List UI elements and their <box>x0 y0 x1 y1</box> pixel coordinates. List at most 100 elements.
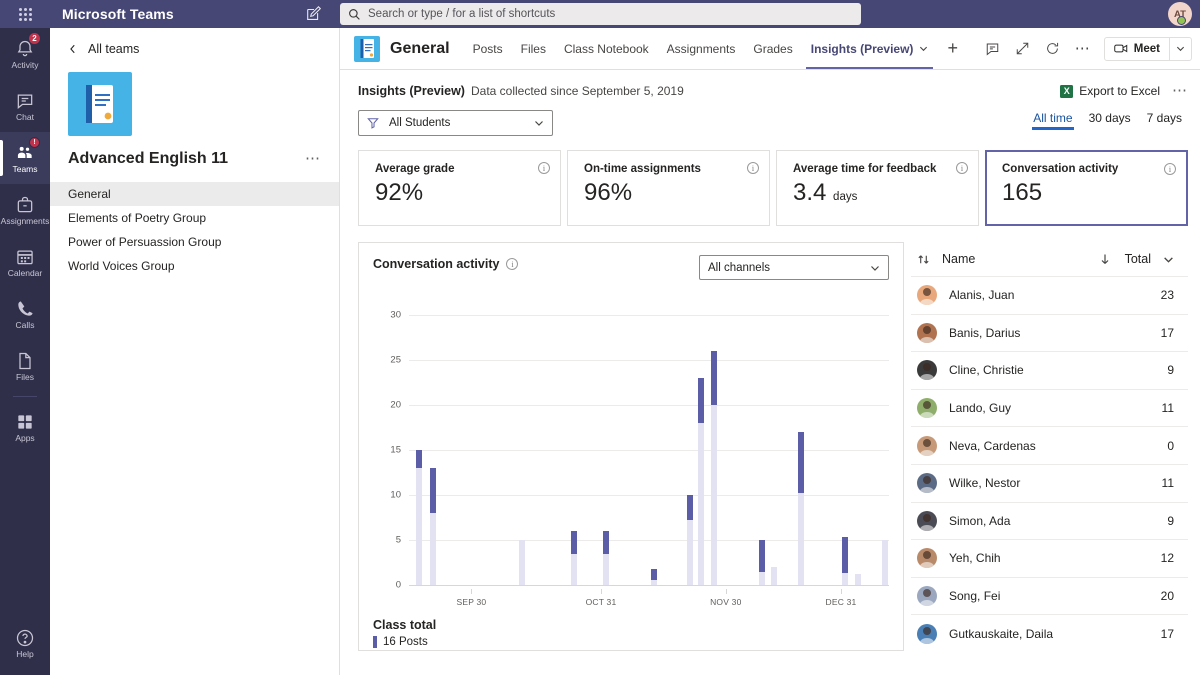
rail-item-assignments[interactable]: Assignments <box>0 184 50 236</box>
refresh-icon[interactable] <box>1038 34 1068 64</box>
bar-segment-posts <box>416 450 423 468</box>
tab-assignments[interactable]: Assignments <box>658 28 745 69</box>
tab-posts[interactable]: Posts <box>464 28 512 69</box>
channel-item-elements-of-poetry-group[interactable]: Elements of Poetry Group <box>50 206 339 230</box>
channel-header-actions: ⋯ Meet <box>978 28 1192 69</box>
channel-item-general[interactable]: General <box>50 182 339 206</box>
chevron-down-icon <box>1176 46 1185 52</box>
table-row[interactable]: Yeh, Chih 12 <box>911 539 1188 577</box>
more-options-icon[interactable]: ⋯ <box>1068 34 1098 64</box>
team-avatar[interactable] <box>68 72 132 136</box>
search-container <box>340 3 861 25</box>
app-launcher-icon[interactable] <box>0 7 50 21</box>
export-to-excel-button[interactable]: Export to Excel <box>1060 84 1160 98</box>
kpi-value: 3.4 days <box>793 179 966 207</box>
channel-item-world-voices-group[interactable]: World Voices Group <box>50 254 339 278</box>
channel-header: General Posts Files Class Notebook Assig… <box>340 28 1200 70</box>
insights-more-options-icon[interactable]: ⋯ <box>1172 83 1188 98</box>
team-more-options-icon[interactable]: ⋯ <box>305 151 321 166</box>
chart-bar[interactable] <box>687 495 694 585</box>
tab-files[interactable]: Files <box>512 28 555 69</box>
student-name: Song, Fei <box>949 589 1001 604</box>
table-row[interactable]: Lando, Guy 11 <box>911 388 1188 427</box>
table-row[interactable]: Gutkauskaite, Daila 17 <box>911 614 1188 652</box>
rail-item-chat[interactable]: Chat <box>0 80 50 132</box>
chart-bar[interactable] <box>842 537 849 585</box>
chart-bar[interactable] <box>855 574 862 585</box>
chart-bar[interactable] <box>759 540 766 585</box>
column-header-name[interactable]: Name <box>942 252 1099 266</box>
column-header-total[interactable]: Total <box>1125 252 1151 266</box>
bar-segment-other <box>759 572 766 585</box>
search-input[interactable] <box>340 3 861 25</box>
table-row[interactable]: Neva, Cardenas 0 <box>911 426 1188 464</box>
video-camera-icon <box>1114 44 1128 53</box>
rail-item-activity[interactable]: 2 Activity <box>0 28 50 80</box>
tab-class-notebook[interactable]: Class Notebook <box>555 28 658 69</box>
chart-bar[interactable] <box>603 531 610 585</box>
chart-bar[interactable] <box>429 468 436 585</box>
bar-segment-posts <box>759 540 766 573</box>
tab-insights-preview[interactable]: Insights (Preview) <box>802 28 938 69</box>
avatar <box>917 435 937 456</box>
student-name: Simon, Ada <box>949 513 1011 528</box>
chart-bar[interactable] <box>771 567 778 585</box>
chevron-down-icon[interactable] <box>1163 254 1174 265</box>
chart-bars <box>409 315 889 585</box>
chart-bar[interactable] <box>416 450 423 585</box>
user-avatar[interactable]: AT <box>1168 2 1192 26</box>
arrow-down-icon[interactable] <box>1099 253 1111 265</box>
table-row[interactable]: Banis, Darius 17 <box>911 313 1188 352</box>
chart-bar[interactable] <box>711 351 718 585</box>
time-tab-30-days[interactable]: 30 days <box>1083 108 1137 132</box>
info-icon[interactable]: i <box>538 162 550 174</box>
rail-item-apps[interactable]: Apps <box>0 401 50 453</box>
channel-filter-select[interactable]: All channels <box>699 255 889 280</box>
all-teams-back-button[interactable]: All teams <box>50 28 339 66</box>
meet-button[interactable]: Meet <box>1105 38 1169 60</box>
kpi-card-average-time-for-feedback[interactable]: Average time for feedback 3.4 days i <box>776 150 979 226</box>
rail-item-files[interactable]: Files <box>0 340 50 392</box>
kpi-label: Conversation activity <box>1002 163 1119 175</box>
info-icon[interactable]: i <box>1164 163 1176 175</box>
time-tab-7-days[interactable]: 7 days <box>1141 108 1188 132</box>
add-tab-button[interactable]: + <box>937 38 968 59</box>
chart-bar[interactable] <box>881 540 888 585</box>
expand-icon[interactable] <box>1008 34 1038 64</box>
kpi-card-on-time-assignments[interactable]: On-time assignments 96% i <box>567 150 770 226</box>
chart-bar[interactable] <box>519 540 526 585</box>
rail-item-calls[interactable]: Calls <box>0 288 50 340</box>
y-axis-labels: 0 5 10 15 20 25 30 <box>373 310 405 591</box>
info-icon[interactable]: i <box>956 162 968 174</box>
insights-title: Insights (Preview) <box>358 84 465 98</box>
rail-item-calendar[interactable]: Calendar <box>0 236 50 288</box>
channel-item-power-of-persuassion-group[interactable]: Power of Persuassion Group <box>50 230 339 254</box>
chart-bar[interactable] <box>797 432 804 585</box>
new-chat-icon[interactable] <box>305 5 323 23</box>
table-row[interactable]: Wilke, Nestor 11 <box>911 463 1188 502</box>
search-icon <box>349 9 360 20</box>
info-icon[interactable]: i <box>506 258 519 270</box>
channel-team-icon <box>354 35 380 62</box>
rail-item-teams[interactable]: ! Teams <box>0 132 50 184</box>
conversation-icon[interactable] <box>978 34 1008 64</box>
time-tab-all-time[interactable]: All time <box>1027 108 1078 132</box>
table-row[interactable]: Cline, Christie 9 <box>911 351 1188 389</box>
table-row[interactable]: Song, Fei 20 <box>911 576 1188 615</box>
table-row[interactable]: Alanis, Juan 23 <box>911 276 1188 314</box>
info-icon[interactable]: i <box>747 162 759 174</box>
table-row[interactable]: Simon, Ada 9 <box>911 501 1188 540</box>
bar-segment-posts <box>687 495 694 521</box>
chart-bar[interactable] <box>698 378 705 585</box>
tab-grades[interactable]: Grades <box>744 28 801 69</box>
sort-icon[interactable] <box>917 253 930 266</box>
chart-bar[interactable] <box>651 568 658 585</box>
student-filter-select[interactable]: All Students <box>358 110 553 136</box>
kpi-card-conversation-activity[interactable]: Conversation activity 165 i <box>985 150 1188 226</box>
rail-item-help[interactable]: Help <box>0 617 50 669</box>
meet-dropdown-button[interactable] <box>1169 37 1191 60</box>
kpi-card-average-grade[interactable]: Average grade 92% i <box>358 150 561 226</box>
chart-bar[interactable] <box>570 531 577 585</box>
tab-insights-label: Insights (Preview) <box>810 41 914 56</box>
chevron-down-icon[interactable] <box>919 44 928 53</box>
